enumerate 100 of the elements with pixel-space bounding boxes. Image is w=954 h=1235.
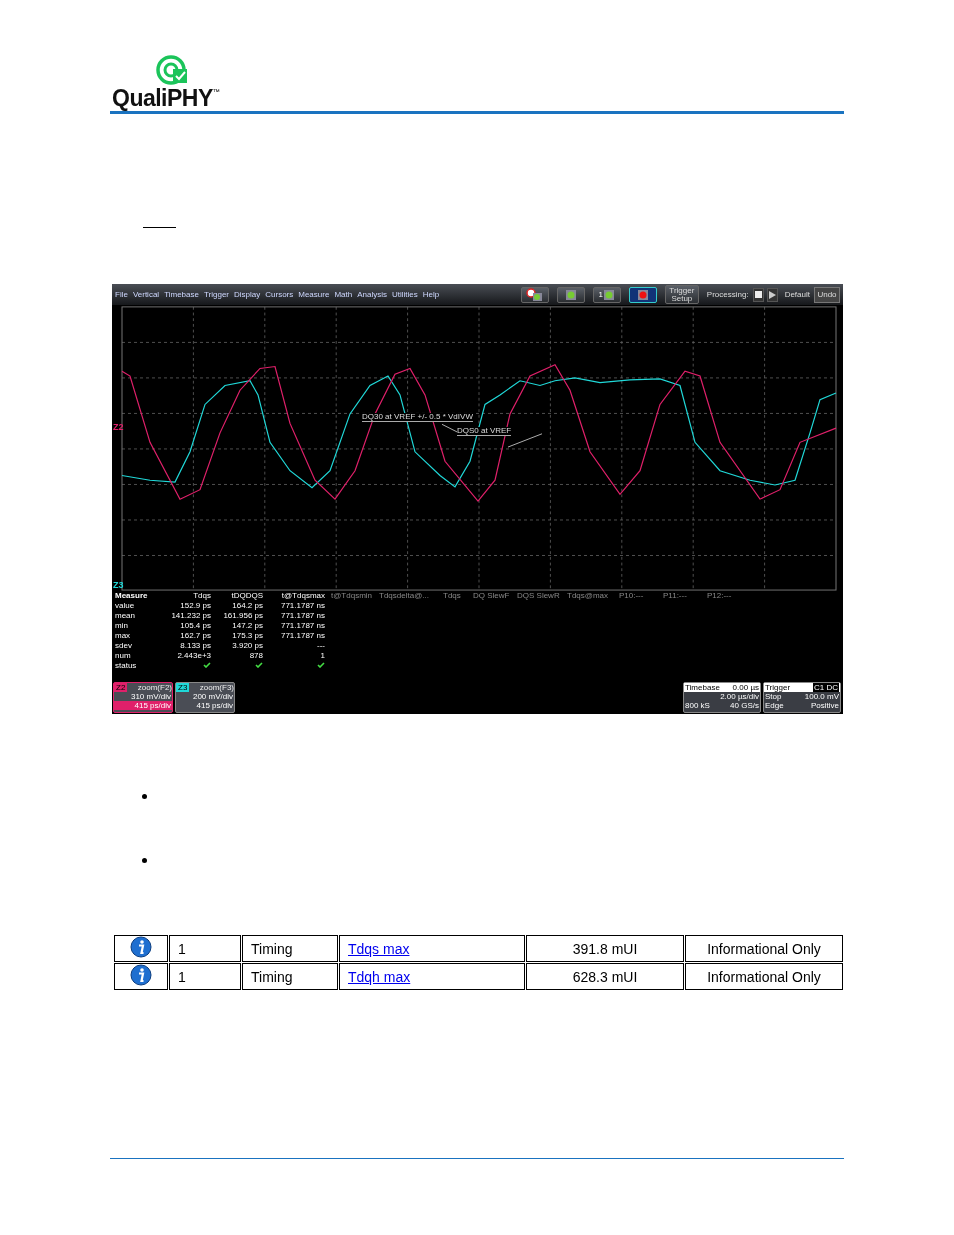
measure-value: 162.7 ps: [179, 631, 211, 641]
measure-value: 175.3 ps: [231, 631, 263, 641]
trigger-setup-button[interactable]: Trigger Setup: [664, 285, 699, 304]
menu-item[interactable]: Utilities: [391, 290, 418, 299]
menu-item[interactable]: File: [115, 290, 128, 299]
measure-value: 147.2 ps: [231, 621, 263, 631]
annotation-label: DQS0 at VREF: [457, 427, 512, 436]
table-cell: 628.3 mUI: [526, 963, 684, 990]
zoom-panel[interactable]: Z3 zoom(F3) 200 mV/div 415 ps/div: [175, 682, 235, 713]
measure-value: 771.1787 ns: [279, 611, 325, 621]
row-label: value: [115, 601, 136, 611]
lamp-icon: [636, 288, 649, 301]
measure-value: ---: [316, 641, 325, 651]
measure-header: P12:---: [706, 591, 733, 601]
trace-tag: Z2: [114, 683, 128, 692]
stop-light-button[interactable]: [628, 286, 657, 303]
row-label: num: [115, 651, 132, 661]
timebase-title: Timebase: [685, 683, 720, 692]
trace-label: Z2: [113, 423, 124, 432]
menu-item[interactable]: Measure: [298, 290, 330, 299]
zoom-panel[interactable]: Z2 zoom(F2) 310 mV/div 415 ps/div: [113, 682, 173, 713]
table-cell: 1: [169, 935, 241, 962]
table-cell: 1: [169, 963, 241, 990]
menu-item[interactable]: Trigger: [203, 290, 229, 299]
table-cell: Timing: [242, 963, 338, 990]
play-button[interactable]: [766, 287, 778, 302]
measure-value: 3.920 ps: [231, 641, 263, 651]
table-cell: Informational Only: [685, 963, 843, 990]
measure-header: t@Tdqsmin: [330, 591, 373, 601]
trigger-mode: Stop: [765, 692, 782, 701]
timebase-panel[interactable]: Timebase 0.00 µs 2.00 µs/div 800 kS 40 GS/s: [683, 682, 761, 713]
menu-item[interactable]: Help: [422, 290, 440, 299]
coupling-badge: C1 DC: [813, 683, 839, 692]
logo-icon: [156, 55, 190, 87]
measure-value: 105.4 ps: [179, 621, 211, 631]
menu-item[interactable]: Cursors: [265, 290, 294, 299]
menu-item[interactable]: Display: [234, 290, 261, 299]
menu-item[interactable]: Timebase: [164, 290, 199, 299]
sample-count: 800 kS: [685, 701, 710, 710]
stop-icon: [754, 291, 762, 298]
menu-item[interactable]: Vertical: [132, 290, 160, 299]
trace-label: Z3: [113, 581, 124, 590]
trigger-title: Trigger: [765, 683, 791, 692]
row-label: sdev: [115, 641, 133, 651]
measure-value: 152.9 ps: [179, 601, 211, 611]
play-icon: [768, 290, 776, 299]
measure-value: 878: [248, 651, 263, 661]
measure-header: Measure: [115, 591, 149, 601]
measure-header: P11:---: [662, 591, 688, 601]
time-per-div: 415 ps/div: [195, 701, 234, 710]
lamp-icon: [564, 288, 577, 301]
toolbar-button[interactable]: 1: [592, 286, 621, 303]
check-icon: [203, 662, 211, 668]
time-per-div: 415 ps/div: [114, 701, 172, 710]
bullet-icon: [142, 858, 147, 863]
measure-header: Tdqs@max: [566, 591, 610, 601]
volts-per-div: 200 mV/div: [191, 692, 234, 701]
row-label: mean: [115, 611, 136, 621]
table-cell: Informational Only: [685, 935, 843, 962]
measure-value: 8.133 ps: [179, 641, 211, 651]
trigger-level: 100.0 mV: [804, 692, 839, 701]
measure-header: Tdqsdelta@...: [378, 591, 430, 601]
menu-item[interactable]: Analysis: [357, 290, 387, 299]
trigger-slope: Positive: [811, 701, 839, 710]
table-cell: Timing: [242, 935, 338, 962]
volts-per-div: 310 mV/div: [129, 692, 172, 701]
logo-text: QualiPHY: [112, 85, 213, 112]
zoom-title: zoom(F2): [137, 683, 172, 692]
measure-header: P10:---: [618, 591, 645, 601]
default-label[interactable]: Default: [784, 290, 810, 299]
measure-value: 1: [319, 651, 325, 661]
sample-rate: 40 GS/s: [730, 701, 759, 710]
measure-header: Tdqs: [192, 591, 211, 601]
measure-header: tDQDQS: [230, 591, 263, 601]
check-icon: [255, 662, 263, 668]
measure-header: DQS SlewR: [516, 591, 561, 601]
row-label: min: [115, 621, 129, 631]
delay-value: 0.00 µs: [732, 683, 759, 692]
menu-item[interactable]: Math: [334, 290, 353, 299]
channel-number: 1: [598, 290, 604, 299]
toolbar-button[interactable]: [556, 286, 585, 303]
toolbar-button[interactable]: [520, 286, 549, 303]
measure-header: t@Tdqsmax: [280, 591, 325, 601]
time-per-div: 2.00 µs/div: [720, 692, 759, 701]
measure-value: 771.1787 ns: [279, 621, 325, 631]
table-cell: 391.8 mUI: [526, 935, 684, 962]
measure-value: 2.443e+3: [176, 651, 211, 661]
row-label: max: [115, 631, 132, 641]
trigger-type: Edge: [765, 701, 784, 710]
measure-value: 161.956 ps: [222, 611, 263, 621]
measure-value: 164.2 ps: [231, 601, 263, 611]
row-label: status: [115, 661, 138, 671]
stop-button[interactable]: [752, 287, 764, 302]
measure-value: 141.232 ps: [170, 611, 211, 621]
check-icon: [317, 662, 325, 668]
lamp-icon: [603, 288, 616, 301]
processing-label: Processing:: [706, 290, 749, 299]
undo-button[interactable]: Undo: [814, 286, 840, 303]
trace-tag: Z3: [176, 683, 190, 692]
trigger-panel[interactable]: Trigger C1 DC Stop 100.0 mV Edge Positive: [763, 682, 841, 713]
